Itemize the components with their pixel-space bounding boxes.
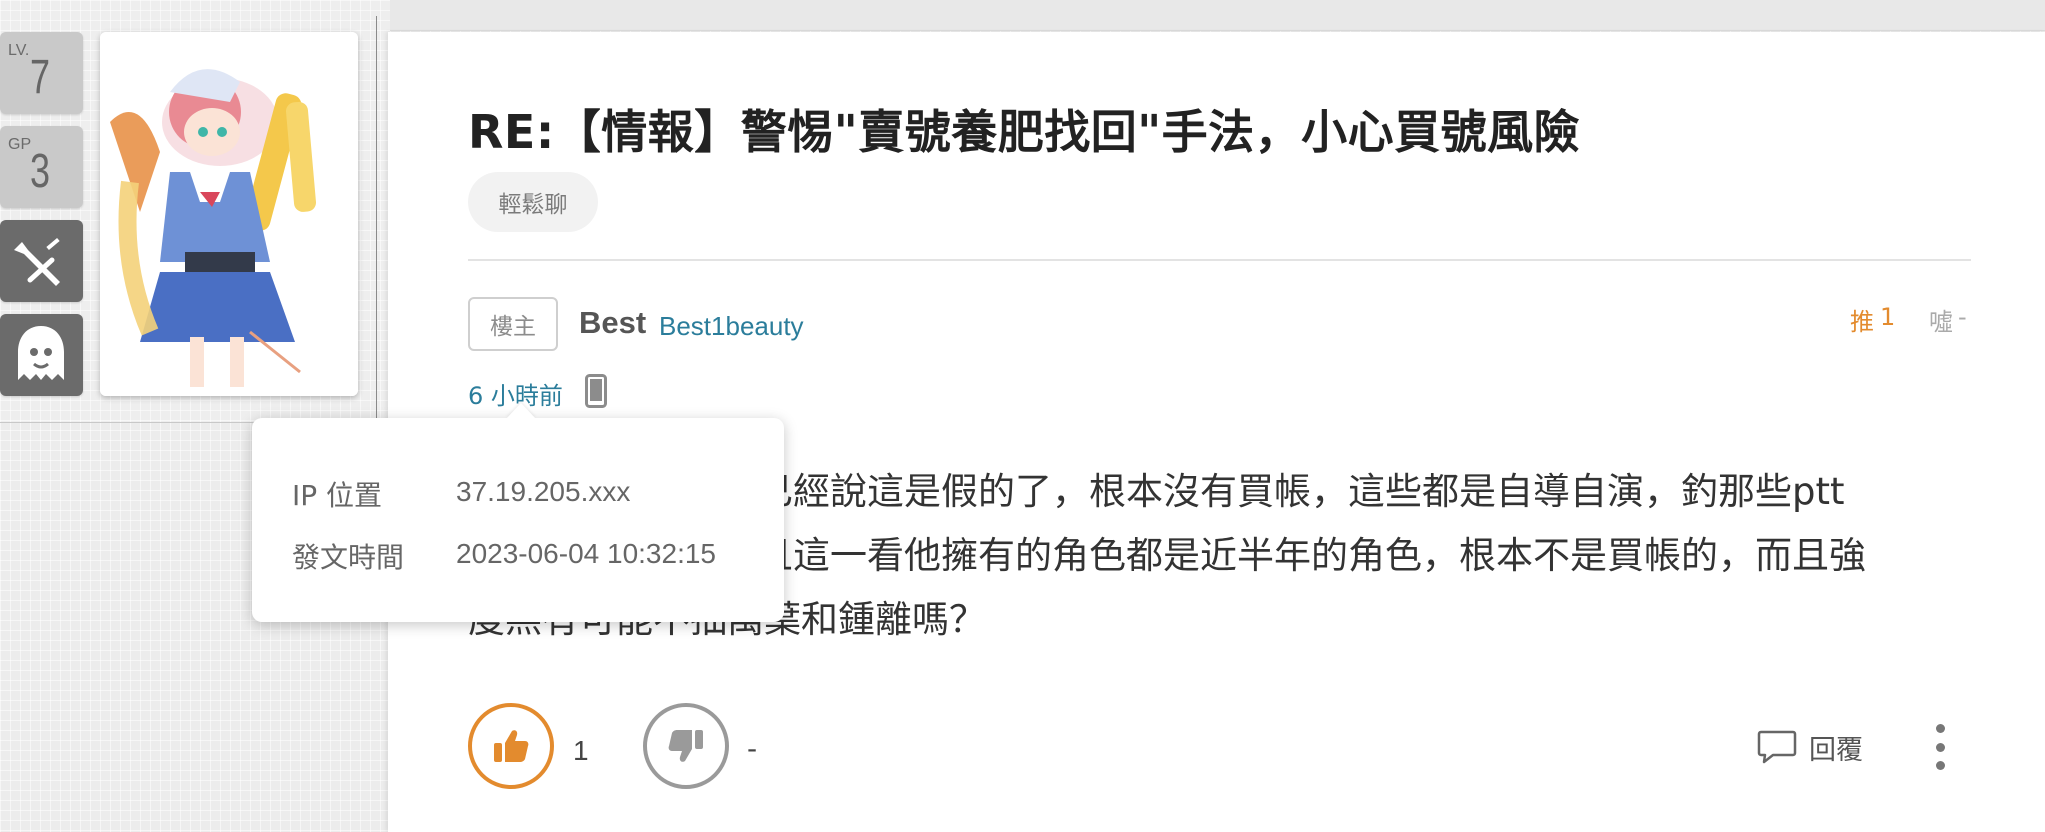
mobile-phone-icon <box>585 374 607 408</box>
more-dot-icon <box>1935 761 1945 770</box>
tooltip-arrow <box>506 403 536 419</box>
avatar-image <box>100 32 358 396</box>
ghost-icon <box>18 326 64 380</box>
dislike-button[interactable] <box>643 703 729 789</box>
author-name[interactable]: Best <box>579 305 646 341</box>
gp-badge[interactable]: GP 3 <box>0 126 83 208</box>
level-value: 7 <box>30 51 51 104</box>
race-badge[interactable] <box>0 314 83 396</box>
ip-label: IP 位置 <box>292 479 383 512</box>
title-divider <box>468 259 1971 261</box>
ip-tooltip: IP 位置 37.19.205.xxx 發文時間 2023-06-04 10:3… <box>252 418 784 622</box>
level-prefix: LV. <box>8 42 30 59</box>
thumbs-down-icon <box>668 730 703 762</box>
author-id[interactable]: Best1beauty <box>659 311 804 342</box>
ip-value: 37.19.205.xxx <box>456 476 631 507</box>
speech-bubble-icon <box>1757 730 1797 764</box>
sword-icon <box>14 237 60 286</box>
reply-button[interactable]: 回覆 <box>1757 727 1863 767</box>
more-dot-icon <box>1935 724 1945 733</box>
dislike-count: - <box>747 732 758 765</box>
thumbs-up-icon <box>494 730 529 762</box>
career-badge[interactable] <box>0 220 83 302</box>
sidebar-divider <box>376 16 377 422</box>
post-time-label: 發文時間 <box>292 541 405 574</box>
level-badge[interactable]: LV. 7 <box>0 32 83 114</box>
reply-label: 回覆 <box>1809 734 1863 766</box>
boo-label: 噓 <box>1929 308 1953 336</box>
post-time-value: 2023-06-04 10:32:15 <box>456 538 716 569</box>
author-sidebar: LV. 7 GP 3 <box>0 0 390 423</box>
op-tag: 樓主 <box>468 297 558 351</box>
more-dot-icon <box>1935 742 1945 752</box>
push-count[interactable]: 1 <box>1880 303 1895 331</box>
like-button[interactable] <box>468 703 554 789</box>
more-options-button[interactable] <box>1928 724 1952 770</box>
gp-prefix: GP <box>8 136 32 153</box>
boo-count[interactable]: - <box>1958 303 1967 331</box>
gp-value: 3 <box>30 145 51 198</box>
avatar[interactable] <box>100 32 358 396</box>
category-tag[interactable]: 輕鬆聊 <box>468 172 598 232</box>
push-label: 推 <box>1850 308 1874 336</box>
post-title: RE:【情報】警惕"賣號養肥找回"手法，小心買號風險 <box>468 105 1581 159</box>
like-count: 1 <box>573 735 589 766</box>
